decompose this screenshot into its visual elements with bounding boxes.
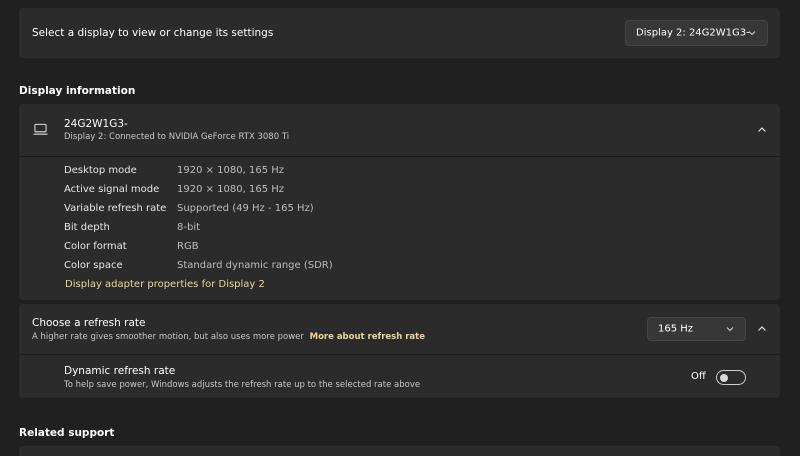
info-label: Variable refresh rate [64,203,167,214]
chevron-down-icon [748,31,756,36]
refresh-rate-dropdown[interactable]: 165 Hz [647,317,746,341]
chevron-up-icon[interactable] [755,322,769,336]
toggle-state-label: Off [691,371,706,382]
info-label: Desktop mode [64,165,137,176]
related-support-title: Related support [19,427,115,439]
display-select-value: Display 2: 24G2W1G3- [636,27,750,39]
select-display-label: Select a display to view or change its s… [32,27,274,39]
refresh-rate-description: A higher rate gives smoother motion, but… [32,332,425,342]
display-info-card: 24G2W1G3- Display 2: Connected to NVIDIA… [19,104,780,300]
dynamic-refresh-rate-toggle[interactable] [716,370,746,385]
info-label: Color format [64,241,127,252]
display-info-header[interactable]: 24G2W1G3- Display 2: Connected to NVIDIA… [19,104,780,156]
refresh-rate-header: Choose a refresh rate A higher rate give… [19,304,780,354]
dynamic-refresh-rate-description: To help save power, Windows adjusts the … [64,380,421,390]
toggle-knob [720,373,728,382]
info-value: Standard dynamic range (SDR) [177,260,333,271]
info-value: RGB [177,241,199,252]
info-value: Supported (49 Hz - 165 Hz) [177,203,314,214]
info-label: Bit depth [64,222,110,233]
info-label: Color space [64,260,123,271]
info-value: 8-bit [177,222,201,233]
refresh-rate-title: Choose a refresh rate [32,317,146,329]
chevron-down-icon [726,327,734,332]
info-label: Active signal mode [64,184,160,195]
display-adapter-properties-link[interactable]: Display adapter properties for Display 2 [65,279,265,290]
info-value: 1920 × 1080, 165 Hz [177,165,285,176]
more-about-refresh-rate-link[interactable]: More about refresh rate [310,332,425,342]
divider [19,156,780,157]
monitor-subtitle: Display 2: Connected to NVIDIA GeForce R… [64,132,290,142]
refresh-rate-description-text: A higher rate gives smoother motion, but… [32,332,304,342]
display-select-dropdown[interactable]: Display 2: 24G2W1G3- [625,20,768,46]
monitor-name: 24G2W1G3- [64,118,128,130]
dynamic-refresh-rate-title: Dynamic refresh rate [64,365,176,377]
related-support-card [19,446,780,456]
monitor-icon [33,123,48,135]
display-information-title: Display information [19,85,136,97]
dynamic-refresh-rate-row: Dynamic refresh rate To help save power,… [19,355,780,398]
refresh-rate-value: 165 Hz [658,323,694,335]
chevron-up-icon[interactable] [755,123,769,137]
refresh-rate-card: Choose a refresh rate A higher rate give… [19,304,780,398]
select-display-card: Select a display to view or change its s… [19,8,780,58]
info-value: 1920 × 1080, 165 Hz [177,184,285,195]
